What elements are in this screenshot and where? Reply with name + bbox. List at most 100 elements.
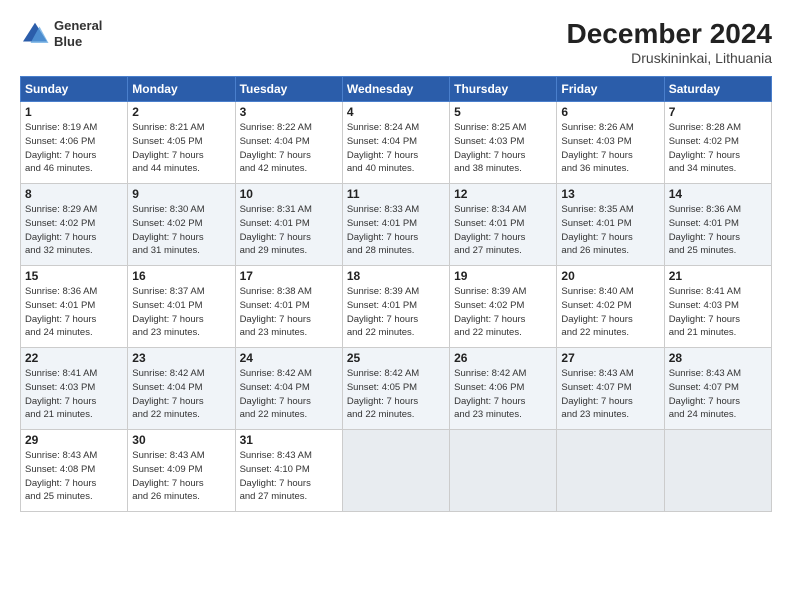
day-number: 15 <box>25 269 123 283</box>
cell-info: Sunrise: 8:40 AMSunset: 4:02 PMDaylight:… <box>561 285 659 340</box>
logo: General Blue <box>20 18 102 49</box>
cell-info: Sunrise: 8:43 AMSunset: 4:07 PMDaylight:… <box>669 367 767 422</box>
day-number: 11 <box>347 187 445 201</box>
table-row <box>557 430 664 512</box>
cell-info: Sunrise: 8:39 AMSunset: 4:02 PMDaylight:… <box>454 285 552 340</box>
day-number: 1 <box>25 105 123 119</box>
table-row: 21 Sunrise: 8:41 AMSunset: 4:03 PMDayligh… <box>664 266 771 348</box>
day-number: 23 <box>132 351 230 365</box>
cell-info: Sunrise: 8:33 AMSunset: 4:01 PMDaylight:… <box>347 203 445 258</box>
location: Druskininkai, Lithuania <box>567 50 772 66</box>
table-row: 31 Sunrise: 8:43 AMSunset: 4:10 PMDayligh… <box>235 430 342 512</box>
day-number: 2 <box>132 105 230 119</box>
cell-info: Sunrise: 8:29 AMSunset: 4:02 PMDaylight:… <box>25 203 123 258</box>
col-monday: Monday <box>128 77 235 102</box>
day-number: 31 <box>240 433 338 447</box>
calendar-week-row: 8 Sunrise: 8:29 AMSunset: 4:02 PMDaylight… <box>21 184 772 266</box>
cell-info: Sunrise: 8:43 AMSunset: 4:07 PMDaylight:… <box>561 367 659 422</box>
day-number: 9 <box>132 187 230 201</box>
table-row: 17 Sunrise: 8:38 AMSunset: 4:01 PMDayligh… <box>235 266 342 348</box>
calendar-week-row: 29 Sunrise: 8:43 AMSunset: 4:08 PMDayligh… <box>21 430 772 512</box>
day-number: 28 <box>669 351 767 365</box>
cell-info: Sunrise: 8:42 AMSunset: 4:05 PMDaylight:… <box>347 367 445 422</box>
month-year: December 2024 <box>567 18 772 50</box>
col-sunday: Sunday <box>21 77 128 102</box>
page: General Blue December 2024 Druskininkai,… <box>0 0 792 612</box>
logo-icon <box>20 19 50 49</box>
cell-info: Sunrise: 8:28 AMSunset: 4:02 PMDaylight:… <box>669 121 767 176</box>
day-number: 14 <box>669 187 767 201</box>
day-number: 21 <box>669 269 767 283</box>
cell-info: Sunrise: 8:43 AMSunset: 4:08 PMDaylight:… <box>25 449 123 504</box>
table-row: 14 Sunrise: 8:36 AMSunset: 4:01 PMDayligh… <box>664 184 771 266</box>
col-tuesday: Tuesday <box>235 77 342 102</box>
header: General Blue December 2024 Druskininkai,… <box>20 18 772 66</box>
cell-info: Sunrise: 8:43 AMSunset: 4:10 PMDaylight:… <box>240 449 338 504</box>
title-block: December 2024 Druskininkai, Lithuania <box>567 18 772 66</box>
day-number: 5 <box>454 105 552 119</box>
table-row: 7 Sunrise: 8:28 AMSunset: 4:02 PMDaylight… <box>664 102 771 184</box>
table-row <box>664 430 771 512</box>
cell-info: Sunrise: 8:30 AMSunset: 4:02 PMDaylight:… <box>132 203 230 258</box>
day-number: 6 <box>561 105 659 119</box>
cell-info: Sunrise: 8:36 AMSunset: 4:01 PMDaylight:… <box>25 285 123 340</box>
table-row: 29 Sunrise: 8:43 AMSunset: 4:08 PMDayligh… <box>21 430 128 512</box>
table-row: 11 Sunrise: 8:33 AMSunset: 4:01 PMDayligh… <box>342 184 449 266</box>
table-row: 19Sunrise: 8:39 AMSunset: 4:02 PMDayligh… <box>450 266 557 348</box>
day-number: 25 <box>347 351 445 365</box>
table-row: 16Sunrise: 8:37 AMSunset: 4:01 PMDayligh… <box>128 266 235 348</box>
logo-text: General Blue <box>54 18 102 49</box>
day-number: 26 <box>454 351 552 365</box>
calendar-header-row: Sunday Monday Tuesday Wednesday Thursday… <box>21 77 772 102</box>
cell-info: Sunrise: 8:43 AMSunset: 4:09 PMDaylight:… <box>132 449 230 504</box>
cell-info: Sunrise: 8:41 AMSunset: 4:03 PMDaylight:… <box>25 367 123 422</box>
table-row: 26 Sunrise: 8:42 AMSunset: 4:06 PMDayligh… <box>450 348 557 430</box>
day-number: 8 <box>25 187 123 201</box>
cell-info: Sunrise: 8:42 AMSunset: 4:04 PMDaylight:… <box>240 367 338 422</box>
cell-info: Sunrise: 8:34 AMSunset: 4:01 PMDaylight:… <box>454 203 552 258</box>
day-number: 20 <box>561 269 659 283</box>
col-thursday: Thursday <box>450 77 557 102</box>
cell-info: Sunrise: 8:26 AMSunset: 4:03 PMDaylight:… <box>561 121 659 176</box>
cell-info: Sunrise: 8:35 AMSunset: 4:01 PMDaylight:… <box>561 203 659 258</box>
calendar-week-row: 22 Sunrise: 8:41 AMSunset: 4:03 PMDayligh… <box>21 348 772 430</box>
table-row: 4 Sunrise: 8:24 AMSunset: 4:04 PMDaylight… <box>342 102 449 184</box>
table-row: 20 Sunrise: 8:40 AMSunset: 4:02 PMDayligh… <box>557 266 664 348</box>
table-row: 24Sunrise: 8:42 AMSunset: 4:04 PMDayligh… <box>235 348 342 430</box>
table-row: 18Sunrise: 8:39 AMSunset: 4:01 PMDayligh… <box>342 266 449 348</box>
table-row: 9 Sunrise: 8:30 AMSunset: 4:02 PMDaylight… <box>128 184 235 266</box>
table-row <box>450 430 557 512</box>
table-row: 15 Sunrise: 8:36 AMSunset: 4:01 PMDayligh… <box>21 266 128 348</box>
day-number: 3 <box>240 105 338 119</box>
day-number: 29 <box>25 433 123 447</box>
cell-info: Sunrise: 8:41 AMSunset: 4:03 PMDaylight:… <box>669 285 767 340</box>
day-number: 17 <box>240 269 338 283</box>
table-row: 23 Sunrise: 8:42 AMSunset: 4:04 PMDayligh… <box>128 348 235 430</box>
cell-info: Sunrise: 8:24 AMSunset: 4:04 PMDaylight:… <box>347 121 445 176</box>
cell-info: Sunrise: 8:38 AMSunset: 4:01 PMDaylight:… <box>240 285 338 340</box>
cell-info: Sunrise: 8:42 AMSunset: 4:06 PMDaylight:… <box>454 367 552 422</box>
table-row <box>342 430 449 512</box>
col-friday: Friday <box>557 77 664 102</box>
table-row: 10 Sunrise: 8:31 AMSunset: 4:01 PMDayligh… <box>235 184 342 266</box>
table-row: 30Sunrise: 8:43 AMSunset: 4:09 PMDayligh… <box>128 430 235 512</box>
table-row: 12Sunrise: 8:34 AMSunset: 4:01 PMDayligh… <box>450 184 557 266</box>
table-row: 28 Sunrise: 8:43 AMSunset: 4:07 PMDayligh… <box>664 348 771 430</box>
calendar-week-row: 1Sunrise: 8:19 AMSunset: 4:06 PMDaylight… <box>21 102 772 184</box>
table-row: 13Sunrise: 8:35 AMSunset: 4:01 PMDayligh… <box>557 184 664 266</box>
cell-info: Sunrise: 8:31 AMSunset: 4:01 PMDaylight:… <box>240 203 338 258</box>
day-number: 4 <box>347 105 445 119</box>
cell-info: Sunrise: 8:39 AMSunset: 4:01 PMDaylight:… <box>347 285 445 340</box>
cell-info: Sunrise: 8:22 AMSunset: 4:04 PMDaylight:… <box>240 121 338 176</box>
day-number: 7 <box>669 105 767 119</box>
calendar-week-row: 15 Sunrise: 8:36 AMSunset: 4:01 PMDayligh… <box>21 266 772 348</box>
day-number: 22 <box>25 351 123 365</box>
cell-info: Sunrise: 8:36 AMSunset: 4:01 PMDaylight:… <box>669 203 767 258</box>
day-number: 27 <box>561 351 659 365</box>
table-row: 2Sunrise: 8:21 AMSunset: 4:05 PMDaylight… <box>128 102 235 184</box>
cell-info: Sunrise: 8:42 AMSunset: 4:04 PMDaylight:… <box>132 367 230 422</box>
day-number: 10 <box>240 187 338 201</box>
table-row: 25 Sunrise: 8:42 AMSunset: 4:05 PMDayligh… <box>342 348 449 430</box>
table-row: 1Sunrise: 8:19 AMSunset: 4:06 PMDaylight… <box>21 102 128 184</box>
table-row: 8 Sunrise: 8:29 AMSunset: 4:02 PMDaylight… <box>21 184 128 266</box>
